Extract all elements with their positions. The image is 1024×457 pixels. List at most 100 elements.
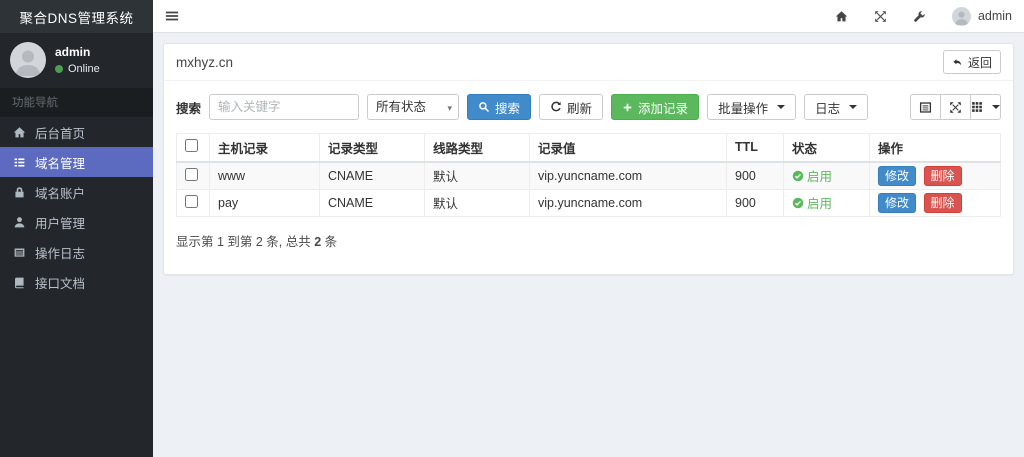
user-panel: admin Online [0, 33, 153, 88]
search-icon [479, 102, 490, 113]
select-all-checkbox[interactable] [185, 139, 198, 153]
navbar-username: admin [977, 9, 1012, 23]
tools-button[interactable] [913, 10, 926, 23]
online-dot-icon [55, 65, 63, 73]
col-header-type: 记录类型 [319, 133, 425, 163]
batch-actions-label: 批量操作 [718, 101, 769, 116]
sidebar-item-domains[interactable]: 域名管理 [0, 147, 153, 177]
app-title: 聚合DNS管理系统 [0, 0, 153, 33]
caret-down-icon [777, 105, 786, 109]
domain-title: mxhyz.cn [176, 54, 234, 70]
cell-line: 默认 [424, 188, 530, 217]
search-input[interactable] [209, 94, 360, 120]
home-button[interactable] [835, 10, 848, 23]
list-icon [12, 156, 27, 169]
reply-arrow-icon [953, 58, 962, 65]
sidebar-item-logs[interactable]: 操作日志 [0, 237, 153, 267]
lock-icon [12, 186, 27, 199]
home-icon [835, 10, 848, 21]
fullscreen-icon [950, 101, 961, 113]
search-button[interactable]: 搜索 [467, 94, 532, 120]
table-toolbar: 搜索 所有状态 ▾ 搜索 刷新 添加记录 批量操作 [164, 81, 1013, 133]
sidebar-item-users[interactable]: 用户管理 [0, 207, 153, 237]
navbar-right: admin [835, 6, 1012, 26]
card-view-toggle-button[interactable] [910, 94, 941, 120]
pagination-prefix: 显示第 1 到第 2 条, 总共 [176, 234, 315, 249]
add-record-button[interactable]: 添加记录 [611, 94, 700, 120]
sidebar-item-label: 接口文档 [35, 276, 86, 291]
caret-down-icon [992, 105, 1000, 109]
person-icon [15, 50, 41, 76]
status-badge: 启用 [792, 163, 861, 189]
cell-type: CNAME [319, 188, 425, 217]
delete-button[interactable]: 删除 [923, 192, 962, 213]
sidebar-item-label: 域名账户 [35, 186, 86, 201]
cell-host: pay [209, 188, 320, 217]
table-view-controls [910, 94, 1001, 120]
domain-records-card: mxhyz.cn 返回 搜索 所有状态 ▾ 搜索 刷新 [163, 43, 1014, 275]
navbar-user-menu[interactable]: admin [951, 6, 1012, 26]
cell-host: www [209, 161, 320, 190]
cell-type: CNAME [319, 161, 425, 190]
search-label: 搜索 [176, 101, 202, 116]
refresh-icon [551, 101, 561, 112]
columns-grid-icon [972, 102, 982, 112]
cell-line: 默认 [424, 161, 530, 190]
user-status: Online [55, 63, 100, 75]
row-checkbox[interactable] [185, 167, 198, 181]
fullscreen-button[interactable] [874, 10, 887, 23]
person-icon [954, 10, 969, 25]
columns-dropdown-button[interactable] [970, 94, 1001, 120]
sidebar-item-label: 操作日志 [35, 246, 86, 261]
back-button-label: 返回 [967, 55, 992, 70]
cell-value: vip.yuncname.com [529, 188, 727, 217]
sidebar-item-label: 用户管理 [35, 216, 86, 231]
wrench-icon [914, 10, 925, 22]
refresh-button[interactable]: 刷新 [539, 94, 604, 120]
sidebar-item-dashboard[interactable]: 后台首页 [0, 117, 153, 147]
edit-button[interactable]: 修改 [878, 192, 917, 213]
user-icon [12, 216, 27, 229]
log-dropdown-label: 日志 [815, 101, 841, 116]
fullscreen-icon [875, 10, 886, 22]
col-header-actions: 操作 [869, 133, 1001, 163]
add-record-label: 添加记录 [638, 101, 689, 116]
sidebar: 聚合DNS管理系统 admin Online 功能导航 后台首页 域名管理 域名… [0, 0, 153, 457]
back-button[interactable]: 返回 [942, 50, 1001, 74]
card-view-icon [919, 101, 932, 113]
table-header-row: 主机记录 记录类型 线路类型 记录值 TTL 状态 操作 [176, 133, 1001, 163]
check-circle-icon [792, 197, 804, 208]
log-icon [12, 246, 27, 259]
home-icon [12, 126, 27, 139]
col-header-status: 状态 [783, 133, 870, 163]
cell-ttl: 900 [726, 188, 784, 217]
batch-actions-dropdown[interactable]: 批量操作 [707, 94, 797, 120]
sidebar-menu: 后台首页 域名管理 域名账户 用户管理 操作日志 接口文档 [0, 117, 153, 297]
book-icon [12, 276, 27, 289]
user-name: admin [55, 45, 91, 59]
sidebar-item-domain-accounts[interactable]: 域名账户 [0, 177, 153, 207]
refresh-button-label: 刷新 [567, 101, 593, 116]
edit-button[interactable]: 修改 [878, 165, 917, 186]
main-content: mxhyz.cn 返回 搜索 所有状态 ▾ 搜索 刷新 [153, 34, 1024, 457]
top-navbar: admin [153, 0, 1024, 33]
pagination-suffix: 条 [321, 234, 338, 249]
cell-ttl: 900 [726, 161, 784, 190]
status-filter-select[interactable]: 所有状态 [367, 94, 460, 120]
sidebar-item-label: 域名管理 [35, 156, 86, 171]
cell-value: vip.yuncname.com [529, 161, 727, 190]
user-status-label: Online [68, 63, 100, 75]
sidebar-toggle-button[interactable] [165, 9, 179, 23]
menu-icon [165, 11, 179, 21]
delete-button[interactable]: 删除 [923, 165, 962, 186]
card-header: mxhyz.cn 返回 [164, 44, 1013, 81]
user-avatar [10, 42, 46, 78]
sidebar-section-label: 功能导航 [0, 88, 153, 117]
sidebar-item-api-docs[interactable]: 接口文档 [0, 267, 153, 297]
log-dropdown[interactable]: 日志 [804, 94, 869, 120]
status-filter-wrap: 所有状态 ▾ [367, 94, 460, 120]
col-header-ttl: TTL [726, 133, 784, 163]
row-checkbox[interactable] [185, 194, 198, 208]
pagination-info: 显示第 1 到第 2 条, 总共 2 条 [164, 217, 1013, 274]
table-fullscreen-button[interactable] [940, 94, 971, 120]
